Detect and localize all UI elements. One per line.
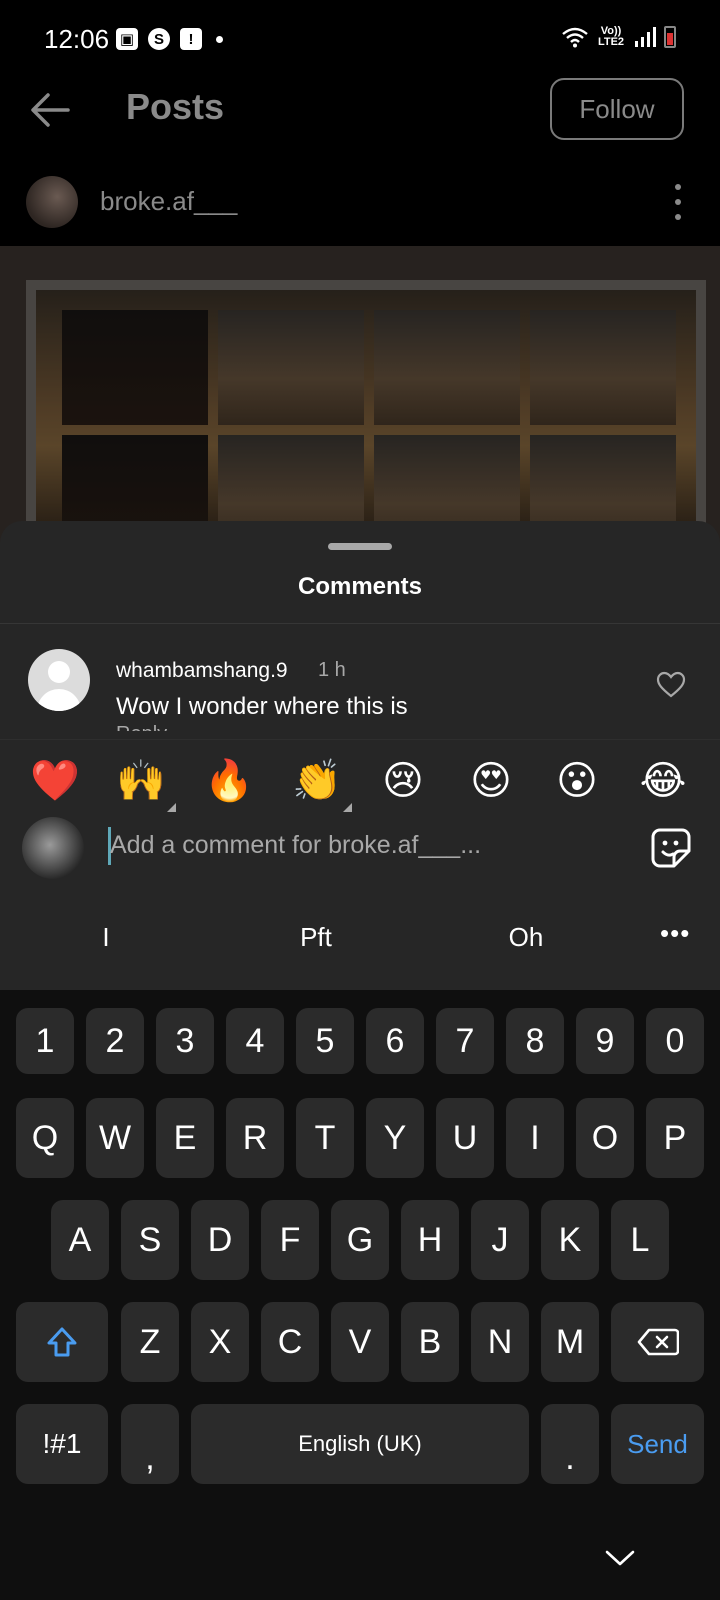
key-k[interactable]: K — [541, 1200, 599, 1280]
key-n[interactable]: N — [471, 1302, 529, 1382]
key-v[interactable]: V — [331, 1302, 389, 1382]
reaction-raised-hands-glyph: 🙌 — [116, 759, 166, 803]
reaction-fire[interactable]: 🔥 — [202, 756, 256, 806]
heart-icon[interactable] — [656, 671, 686, 699]
key-p[interactable]: P — [646, 1098, 704, 1178]
system-icons: Vo)) LTE2 — [562, 26, 676, 48]
post-image[interactable] — [0, 246, 720, 546]
drag-handle[interactable] — [328, 543, 392, 550]
reaction-surprised[interactable]: 😮 — [550, 756, 604, 806]
post-author-row: broke.af___ — [0, 172, 720, 232]
key-a[interactable]: A — [51, 1200, 109, 1280]
comment-input[interactable] — [110, 823, 610, 867]
key-h[interactable]: H — [401, 1200, 459, 1280]
key-y[interactable]: Y — [366, 1098, 424, 1178]
gallery-icon: ▣ — [116, 28, 138, 50]
suggestion-item[interactable]: I — [46, 922, 166, 953]
my-avatar — [22, 817, 84, 879]
suggestions-more-icon[interactable]: ••• — [660, 918, 690, 949]
network-label: Vo)) LTE2 — [597, 25, 625, 48]
reaction-raised-hands[interactable]: 🙌 — [114, 756, 176, 812]
space-key[interactable]: English (UK) — [191, 1404, 529, 1484]
keyboard-suggestions: I Pft Oh ••• — [0, 890, 720, 990]
comment-username[interactable]: whambamshang.9 — [116, 659, 288, 683]
key-2[interactable]: 2 — [86, 1008, 144, 1074]
key-0[interactable]: 0 — [646, 1008, 704, 1074]
key-d[interactable]: D — [191, 1200, 249, 1280]
reaction-crying[interactable]: 😢 — [376, 756, 430, 806]
more-notifications-dot — [216, 35, 223, 43]
app-header: Posts Follow — [0, 76, 720, 146]
more-options-icon[interactable] — [674, 184, 682, 220]
page-title: Posts — [126, 86, 225, 127]
key-7[interactable]: 7 — [436, 1008, 494, 1074]
follow-button[interactable]: Follow — [550, 78, 684, 140]
symbols-key[interactable]: !#1 — [16, 1404, 108, 1484]
key-x[interactable]: X — [191, 1302, 249, 1382]
reaction-laughing[interactable]: 😂 — [636, 756, 690, 806]
shazam-icon: S — [148, 28, 170, 50]
back-arrow-icon[interactable] — [28, 90, 72, 130]
comment-item: whambamshang.9 1 h Wow I wonder where th… — [0, 631, 720, 731]
reply-link[interactable]: Reply — [116, 723, 167, 731]
key-i[interactable]: I — [506, 1098, 564, 1178]
author-username[interactable]: broke.af___ — [100, 186, 237, 217]
backspace-key[interactable] — [611, 1302, 704, 1382]
key-t[interactable]: T — [296, 1098, 354, 1178]
key-u[interactable]: U — [436, 1098, 494, 1178]
key-1[interactable]: 1 — [16, 1008, 74, 1074]
shift-key[interactable] — [16, 1302, 108, 1382]
key-8[interactable]: 8 — [506, 1008, 564, 1074]
reaction-heart-eyes[interactable]: 😍 — [464, 756, 518, 806]
battery-icon — [664, 26, 676, 48]
key-o[interactable]: O — [576, 1098, 634, 1178]
key-l[interactable]: L — [611, 1200, 669, 1280]
keyboard: 1 2 3 4 5 6 7 8 9 0 Q W E R T Y U I O P … — [0, 990, 720, 1600]
comment-text: Wow I wonder where this is — [116, 693, 408, 720]
key-b[interactable]: B — [401, 1302, 459, 1382]
reaction-heart[interactable]: ❤️ — [28, 756, 82, 806]
hide-keyboard-chevron-icon[interactable] — [604, 1548, 636, 1568]
sticker-icon[interactable] — [650, 827, 692, 869]
author-avatar[interactable] — [26, 176, 78, 228]
status-bar: 12:06 ▣ S ! Vo)) LTE2 — [0, 0, 720, 80]
notification-icons: ▣ S ! — [116, 28, 223, 50]
key-r[interactable]: R — [226, 1098, 284, 1178]
key-e[interactable]: E — [156, 1098, 214, 1178]
comment-input-row — [0, 807, 720, 891]
shift-arrow-icon — [47, 1327, 77, 1357]
suggestion-item[interactable]: Oh — [466, 922, 586, 953]
comment-time: 1 h — [318, 659, 346, 681]
key-c[interactable]: C — [261, 1302, 319, 1382]
suggestion-item[interactable]: Pft — [256, 922, 376, 953]
key-3[interactable]: 3 — [156, 1008, 214, 1074]
signal-icon — [635, 27, 656, 47]
key-q[interactable]: Q — [16, 1098, 74, 1178]
comma-key[interactable]: , — [121, 1404, 179, 1484]
key-4[interactable]: 4 — [226, 1008, 284, 1074]
key-5[interactable]: 5 — [296, 1008, 354, 1074]
reaction-clap-glyph: 👏 — [292, 759, 342, 803]
divider — [0, 623, 720, 624]
key-j[interactable]: J — [471, 1200, 529, 1280]
sheet-title: Comments — [297, 573, 423, 600]
status-time: 12:06 — [44, 24, 110, 54]
key-w[interactable]: W — [86, 1098, 144, 1178]
key-g[interactable]: G — [331, 1200, 389, 1280]
reaction-clap[interactable]: 👏 — [290, 756, 352, 812]
wifi-icon — [562, 27, 588, 48]
key-z[interactable]: Z — [121, 1302, 179, 1382]
alert-icon: ! — [180, 28, 202, 50]
period-key[interactable]: . — [541, 1404, 599, 1484]
key-6[interactable]: 6 — [366, 1008, 424, 1074]
key-m[interactable]: M — [541, 1302, 599, 1382]
key-s[interactable]: S — [121, 1200, 179, 1280]
send-key[interactable]: Send — [611, 1404, 704, 1484]
key-f[interactable]: F — [261, 1200, 319, 1280]
backspace-icon — [637, 1328, 679, 1356]
commenter-avatar[interactable] — [28, 649, 90, 711]
key-9[interactable]: 9 — [576, 1008, 634, 1074]
